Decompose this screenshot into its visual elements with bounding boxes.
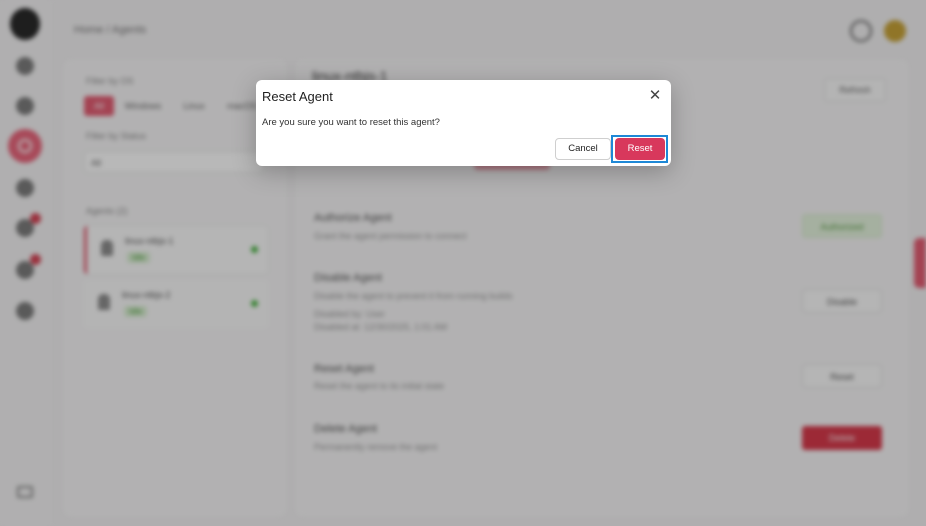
app-window: Home / Agents Filter by OS All Windows L…: [0, 0, 926, 526]
reset-agent-dialog: Reset Agent ✕ Are you sure you want to r…: [256, 80, 671, 166]
dialog-message: Are you sure you want to reset this agen…: [262, 117, 440, 128]
close-icon[interactable]: ✕: [648, 88, 662, 103]
cancel-button[interactable]: Cancel: [555, 138, 611, 160]
reset-button[interactable]: Reset: [615, 138, 665, 160]
modal-backdrop[interactable]: [0, 0, 926, 526]
dialog-title: Reset Agent: [262, 89, 333, 104]
